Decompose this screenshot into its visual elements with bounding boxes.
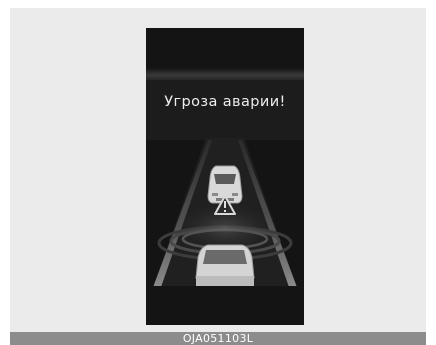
collision-warning-message: Угроза аварии! xyxy=(164,94,286,110)
collision-scene xyxy=(146,28,304,325)
cluster-display: Угроза аварии! xyxy=(146,28,304,325)
own-vehicle xyxy=(195,244,255,290)
caption-bar: OJA051103L xyxy=(10,332,426,345)
figure-code: OJA051103L xyxy=(182,332,254,345)
